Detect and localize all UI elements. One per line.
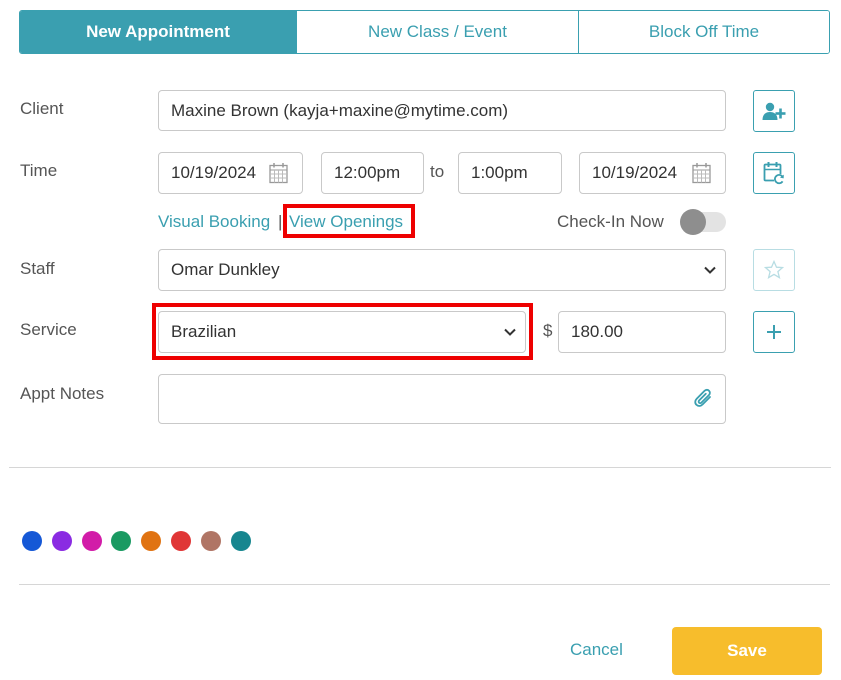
staff-label: Staff — [20, 259, 55, 278]
link-separator: | — [278, 212, 283, 231]
time-label: Time — [20, 161, 58, 180]
checkin-label: Check-In Now — [557, 212, 664, 231]
section-divider — [9, 467, 831, 468]
add-client-button[interactable] — [753, 90, 795, 132]
to-label: to — [430, 162, 445, 181]
service-value: Brazilian — [171, 322, 237, 341]
staff-value: Omar Dunkley — [171, 260, 280, 279]
calendar-icon — [269, 163, 288, 184]
end-time-value: 1:00pm — [471, 163, 528, 182]
tab-new-class-event[interactable]: New Class / Event — [296, 11, 578, 53]
add-service-button[interactable] — [753, 311, 795, 353]
start-date-value: 10/19/2024 — [171, 163, 257, 182]
client-input[interactable]: Maxine Brown (kayja+maxine@mytime.com) — [158, 90, 726, 131]
start-time-input[interactable]: 12:00pm — [321, 152, 424, 194]
currency-symbol: $ — [543, 321, 553, 340]
service-label: Service — [20, 320, 77, 339]
color-swatch[interactable] — [141, 531, 162, 551]
start-time-value: 12:00pm — [334, 163, 401, 182]
favorite-staff-button[interactable] — [753, 249, 795, 291]
end-date-value: 10/19/2024 — [592, 163, 678, 182]
price-input[interactable]: 180.00 — [558, 311, 726, 353]
staff-select[interactable]: Omar Dunkley — [158, 249, 726, 291]
calendar-icon — [692, 163, 711, 184]
color-swatch[interactable] — [22, 531, 42, 551]
checkin-toggle[interactable] — [680, 209, 726, 235]
visual-booking-link[interactable]: Visual Booking — [158, 212, 270, 232]
paperclip-icon[interactable] — [693, 387, 715, 411]
view-openings-link[interactable]: View Openings — [289, 212, 403, 232]
service-select[interactable]: Brazilian — [158, 311, 526, 353]
end-date-input[interactable]: 10/19/2024 — [579, 152, 726, 194]
color-swatch[interactable] — [81, 531, 102, 551]
color-swatch[interactable] — [230, 531, 251, 551]
save-button[interactable]: Save — [672, 627, 822, 675]
chevron-down-icon — [504, 328, 516, 336]
appt-notes-input[interactable] — [158, 374, 726, 424]
appointment-type-tabs: New Appointment New Class / Event Block … — [19, 10, 830, 54]
color-swatch[interactable] — [51, 531, 72, 551]
start-date-input[interactable]: 10/19/2024 — [158, 152, 303, 194]
star-icon — [764, 260, 784, 279]
tab-new-appointment[interactable]: New Appointment — [20, 11, 296, 53]
client-value: Maxine Brown (kayja+maxine@mytime.com) — [171, 100, 509, 120]
appt-notes-label: Appt Notes — [20, 384, 105, 403]
cancel-button[interactable]: Cancel — [570, 640, 623, 660]
toggle-knob — [680, 209, 706, 235]
tab-block-off-time[interactable]: Block Off Time — [578, 11, 829, 53]
price-value: 180.00 — [571, 322, 623, 341]
chevron-down-icon — [704, 266, 716, 274]
add-user-icon — [762, 102, 786, 120]
end-time-input[interactable]: 1:00pm — [458, 152, 562, 194]
color-swatch[interactable] — [171, 531, 191, 551]
recurring-button[interactable] — [753, 152, 795, 194]
color-swatch[interactable] — [200, 531, 221, 551]
recurring-calendar-icon — [763, 162, 784, 185]
color-swatch[interactable] — [111, 531, 132, 551]
client-label: Client — [20, 99, 64, 118]
plus-icon — [767, 325, 781, 339]
footer-divider — [19, 584, 830, 585]
